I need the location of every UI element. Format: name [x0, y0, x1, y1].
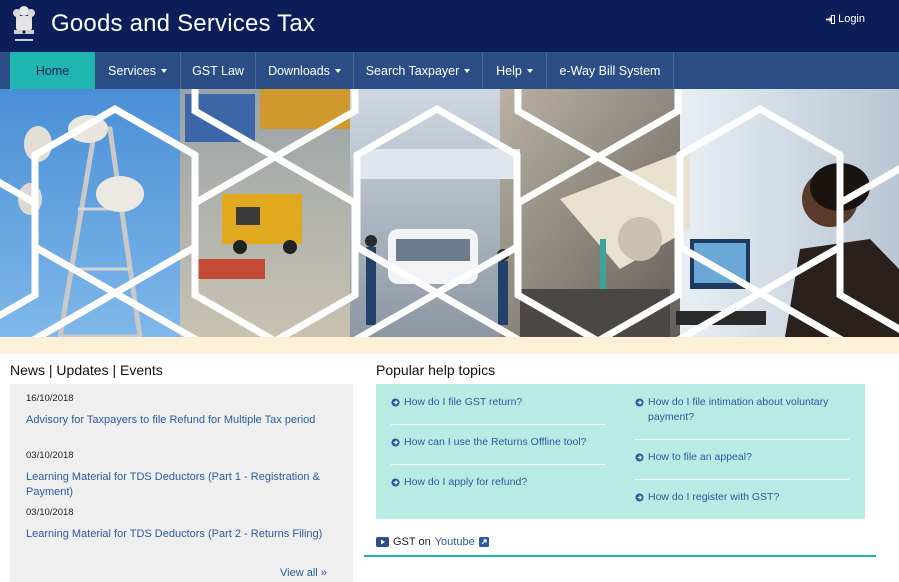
- news-date: 16/10/2018: [26, 393, 74, 404]
- help-topic-label: How do I file GST return?: [404, 396, 523, 408]
- arrow-circle-right-icon: [391, 478, 400, 487]
- nav-item-label: Search Taxpayer: [365, 63, 460, 78]
- sign-in-icon: [826, 14, 836, 24]
- help-topic-link[interactable]: How can I use the Returns Offline tool?: [391, 435, 606, 450]
- arrow-circle-right-icon: [391, 398, 400, 407]
- help-topic-link[interactable]: How to file an appeal?: [635, 450, 850, 465]
- nav-item-eway-bill[interactable]: e-Way Bill System: [547, 52, 674, 89]
- news-heading: News | Updates | Events: [10, 362, 163, 378]
- divider: [391, 464, 605, 465]
- news-panel: 16/10/2018 Advisory for Taxpayers to fil…: [10, 384, 353, 582]
- hero-banner: [0, 89, 899, 337]
- arrow-circle-right-icon: [635, 493, 644, 502]
- news-date: 03/10/2018: [26, 450, 74, 461]
- login-link[interactable]: Login: [826, 13, 865, 25]
- arrow-circle-right-icon: [635, 453, 644, 462]
- view-all-link[interactable]: View all »: [280, 567, 327, 579]
- nav-item-label: Home: [35, 63, 70, 78]
- youtube-underline: [364, 555, 876, 557]
- news-link[interactable]: Learning Material for TDS Deductors (Par…: [26, 470, 336, 500]
- site-title: Goods and Services Tax: [51, 10, 316, 37]
- youtube-prefix: GST on: [393, 536, 431, 548]
- help-topics-panel: How do I file GST return? How can I use …: [376, 384, 865, 519]
- nav-item-label: GST Law: [192, 63, 244, 78]
- nav-item-label: Services: [108, 63, 156, 78]
- help-topic-link[interactable]: How do I file intimation about voluntary…: [635, 395, 850, 425]
- arrow-circle-right-icon: [391, 438, 400, 447]
- help-topic-link[interactable]: How do I register with GST?: [635, 490, 850, 505]
- help-topic-link[interactable]: How do I apply for refund?: [391, 475, 606, 490]
- nav-item-home[interactable]: Home: [10, 52, 95, 89]
- help-topic-label: How can I use the Returns Offline tool?: [404, 436, 587, 448]
- youtube-row: GST on Youtube: [376, 536, 489, 548]
- help-topic-label: How to file an appeal?: [648, 451, 752, 463]
- login-label: Login: [838, 13, 865, 25]
- national-emblem-icon: [13, 6, 35, 41]
- help-topic-label: How do I apply for refund?: [404, 476, 528, 488]
- arrow-circle-right-icon: [635, 398, 644, 407]
- nav-item-label: e-Way Bill System: [559, 63, 661, 78]
- divider: [391, 424, 605, 425]
- caret-down-icon: [464, 69, 471, 73]
- divider: [635, 439, 849, 440]
- help-topic-label: How do I file intimation about voluntary…: [648, 396, 829, 423]
- nav-item-gst-law[interactable]: GST Law: [181, 52, 256, 89]
- news-date: 03/10/2018: [26, 507, 74, 518]
- nav-item-services[interactable]: Services: [95, 52, 181, 89]
- nav-item-downloads[interactable]: Downloads: [256, 52, 354, 89]
- external-link-icon[interactable]: [478, 537, 489, 547]
- divider: [635, 479, 849, 480]
- nav-item-search-taxpayer[interactable]: Search Taxpayer: [354, 52, 483, 89]
- site-header: Goods and Services Tax Login: [0, 0, 899, 52]
- youtube-link[interactable]: Youtube: [435, 536, 475, 548]
- help-topic-link[interactable]: How do I file GST return?: [391, 395, 606, 410]
- caret-down-icon: [334, 69, 341, 73]
- nav-item-help[interactable]: Help: [483, 52, 547, 89]
- main-nav: Home Services GST Law Downloads Search T…: [0, 52, 899, 89]
- caret-down-icon: [160, 69, 167, 73]
- hexagon-collage-image: [0, 89, 899, 337]
- help-heading: Popular help topics: [376, 362, 496, 378]
- news-link[interactable]: Learning Material for TDS Deductors (Par…: [26, 527, 336, 542]
- help-topic-label: How do I register with GST?: [648, 491, 780, 503]
- nav-item-label: Downloads: [268, 63, 330, 78]
- caret-down-icon: [526, 69, 533, 73]
- news-link[interactable]: Advisory for Taxpayers to file Refund fo…: [26, 413, 336, 428]
- banner-divider: [0, 337, 899, 354]
- youtube-icon: [376, 537, 389, 547]
- nav-item-label: Help: [496, 63, 522, 78]
